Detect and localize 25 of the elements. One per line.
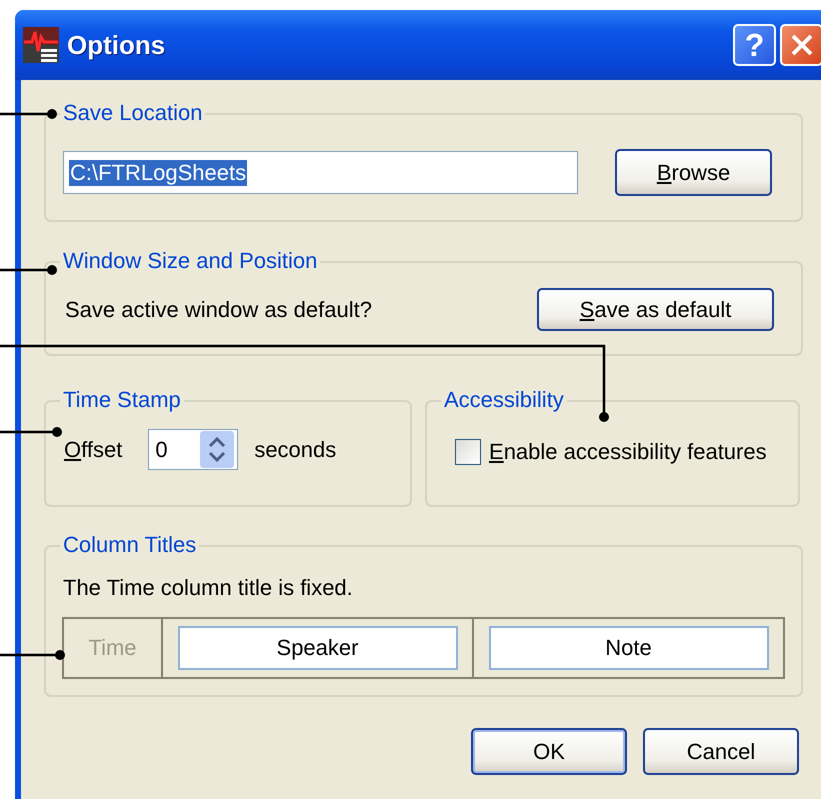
leader-line (0, 109, 57, 119)
column-title: Time (88, 635, 137, 661)
checkbox[interactable] (455, 439, 481, 465)
prompt-text: Save active window as default? (65, 296, 372, 322)
window-title: Options (67, 30, 166, 60)
browse-button[interactable]: Browse (615, 149, 772, 196)
checkbox-label: Enable accessibility features (489, 439, 767, 465)
column-title-field[interactable]: Speaker (178, 626, 458, 670)
save-default-button[interactable]: Save as default (537, 288, 774, 331)
leader-line (0, 650, 65, 660)
spinner-arrows-icon[interactable] (200, 431, 234, 468)
waveform-icon (23, 27, 59, 63)
spin-field[interactable]: 0 (148, 429, 238, 470)
unit-label: seconds (254, 436, 336, 462)
cancel-button[interactable]: Cancel (643, 728, 799, 775)
column-title-field[interactable]: Note (488, 626, 768, 670)
note-text: The Time column title is fixed. (62, 574, 354, 601)
offset-label: Offset (64, 436, 122, 462)
ok-button[interactable]: OK (471, 728, 627, 775)
help-button[interactable]: ? (733, 24, 776, 66)
leader-line (0, 265, 57, 275)
close-icon (790, 33, 814, 57)
close-button[interactable] (780, 24, 821, 66)
path-field[interactable]: C:\FTRLogSheets (63, 151, 578, 194)
leader-line (0, 427, 62, 437)
